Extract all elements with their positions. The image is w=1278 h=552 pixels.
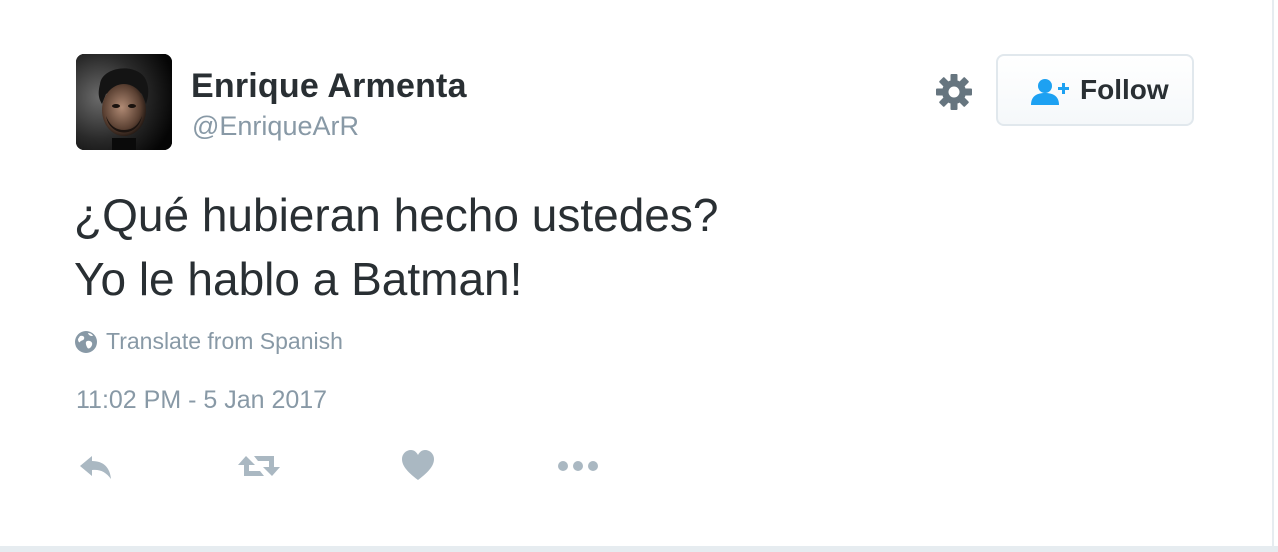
tweet-text-line: ¿Qué hubieran hecho ustedes? bbox=[74, 189, 719, 241]
follow-button[interactable]: Follow bbox=[996, 54, 1194, 126]
more-icon[interactable] bbox=[556, 446, 600, 486]
follow-button-label: Follow bbox=[1080, 74, 1169, 105]
follow-user-icon bbox=[1031, 78, 1071, 106]
tweet-text: ¿Qué hubieran hecho ustedes? Yo le hablo… bbox=[74, 183, 718, 311]
user-handle[interactable]: @EnriqueArR bbox=[192, 111, 359, 142]
gear-icon[interactable] bbox=[934, 72, 974, 112]
tweet-text-line: Yo le hablo a Batman! bbox=[74, 253, 523, 305]
avatar[interactable] bbox=[76, 54, 172, 150]
display-name[interactable]: Enrique Armenta bbox=[191, 67, 467, 106]
bottom-divider bbox=[0, 546, 1278, 552]
retweet-icon[interactable] bbox=[236, 446, 282, 486]
reply-icon[interactable] bbox=[76, 446, 116, 486]
heart-icon[interactable] bbox=[400, 446, 436, 486]
translate-label: Translate from Spanish bbox=[106, 328, 343, 354]
tweet-timestamp[interactable]: 11:02 PM - 5 Jan 2017 bbox=[76, 386, 327, 415]
avatar-photo-image bbox=[76, 54, 172, 150]
globe-icon bbox=[74, 330, 98, 354]
tweet-card: Enrique Armenta @EnriqueArR Follow ¿Qué … bbox=[0, 0, 1278, 552]
right-divider bbox=[1272, 0, 1274, 552]
